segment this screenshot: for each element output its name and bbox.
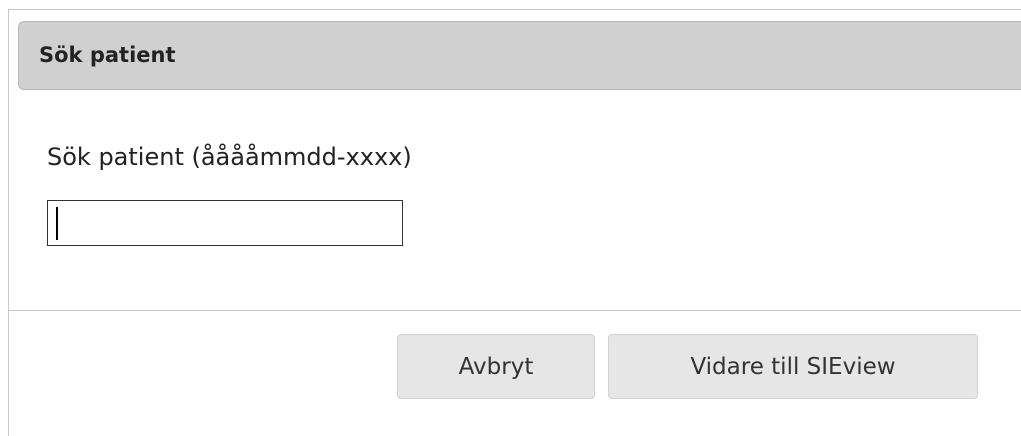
proceed-to-sieview-button[interactable]: Vidare till SIEview <box>608 334 978 399</box>
dialog-titlebar: Sök patient <box>18 21 1021 90</box>
search-patient-dialog: Sök patient Sök patient (ååååmmdd-xxxx) … <box>8 9 1021 436</box>
search-field-label: Sök patient (ååååmmdd-xxxx) <box>47 143 412 171</box>
search-input[interactable] <box>47 200 403 246</box>
dialog-title: Sök patient <box>39 43 176 67</box>
text-cursor <box>56 207 58 240</box>
cancel-button[interactable]: Avbryt <box>397 334 595 399</box>
divider <box>9 310 1021 311</box>
